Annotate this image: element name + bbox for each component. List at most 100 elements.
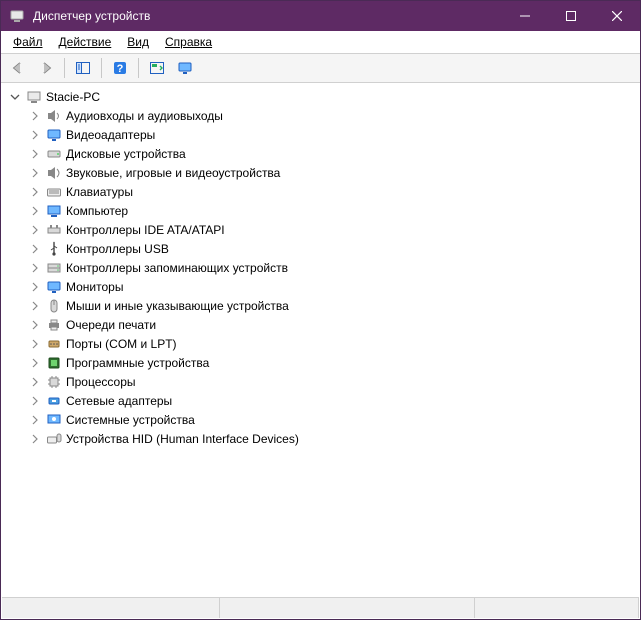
chevron-right-icon[interactable] [28,242,42,256]
status-cell [2,598,220,618]
status-cell [220,598,476,618]
monitor-icon [46,279,62,295]
tree-category-label: Аудиовходы и аудиовыходы [66,109,223,123]
tree-category-label: Процессоры [66,375,136,389]
show-hide-tree-button[interactable] [70,56,96,80]
status-cell [475,598,639,618]
tree-category-label: Программные устройства [66,356,209,370]
tree-root-label: Stacie-PC [46,90,100,104]
maximize-button[interactable] [548,1,594,31]
toolbar-separator [138,58,139,78]
window-title: Диспетчер устройств [33,9,502,23]
chevron-right-icon[interactable] [28,166,42,180]
chevron-right-icon[interactable] [28,261,42,275]
menu-action[interactable]: Действие [53,33,118,51]
tree-category-label: Дисковые устройства [66,147,186,161]
tree-category-node[interactable]: Звуковые, игровые и видеоустройства [28,163,639,182]
back-button[interactable] [5,56,31,80]
tree-category-node[interactable]: Сетевые адаптеры [28,391,639,410]
tree-category-label: Мыши и иные указывающие устройства [66,299,289,313]
device-tree: Stacie-PC Аудиовходы и аудиовыходы Видеоа… [2,83,639,452]
tree-category-label: Мониторы [66,280,123,294]
titlebar: Диспетчер устройств [1,1,640,31]
chevron-right-icon[interactable] [28,375,42,389]
computer-icon [26,89,42,105]
chevron-right-icon[interactable] [28,356,42,370]
tree-category-label: Звуковые, игровые и видеоустройства [66,166,280,180]
tree-category-node[interactable]: Мыши и иные указывающие устройства [28,296,639,315]
hid-icon [46,431,62,447]
ports-icon [46,336,62,352]
tree-category-node[interactable]: Порты (COM и LPT) [28,334,639,353]
device-tree-panel[interactable]: Stacie-PC Аудиовходы и аудиовыходы Видеоа… [2,83,639,597]
chevron-right-icon[interactable] [28,318,42,332]
chevron-right-icon[interactable] [28,109,42,123]
menu-view[interactable]: Вид [121,33,155,51]
usb-icon [46,241,62,257]
menu-help[interactable]: Справка [159,33,218,51]
tree-category-node[interactable]: Компьютер [28,201,639,220]
help-button[interactable]: ? [107,56,133,80]
tree-category-node[interactable]: Процессоры [28,372,639,391]
toolbar-separator [64,58,65,78]
tree-category-node[interactable]: Очереди печати [28,315,639,334]
toolbar: ? [1,54,640,83]
tree-category-node[interactable]: Контроллеры USB [28,239,639,258]
tree-category-node[interactable]: Контроллеры запоминающих устройств [28,258,639,277]
keyboard-icon [46,184,62,200]
device-manager-icon [9,8,25,24]
statusbar [2,597,639,618]
tree-category-label: Видеоадаптеры [66,128,155,142]
computer-icon [46,203,62,219]
ide-icon [46,222,62,238]
tree-category-node[interactable]: Контроллеры IDE ATA/ATAPI [28,220,639,239]
tree-category-node[interactable]: Аудиовходы и аудиовыходы [28,106,639,125]
tree-category-node[interactable]: Системные устройства [28,410,639,429]
chevron-right-icon[interactable] [28,280,42,294]
chevron-right-icon[interactable] [28,432,42,446]
chevron-right-icon[interactable] [28,223,42,237]
tree-category-label: Порты (COM и LPT) [66,337,177,351]
tree-category-label: Контроллеры запоминающих устройств [66,261,288,275]
forward-button[interactable] [33,56,59,80]
chevron-right-icon[interactable] [28,299,42,313]
tree-category-node[interactable]: Клавиатуры [28,182,639,201]
chevron-right-icon[interactable] [28,394,42,408]
minimize-button[interactable] [502,1,548,31]
chevron-down-icon[interactable] [8,90,22,104]
tree-category-node[interactable]: Устройства HID (Human Interface Devices) [28,429,639,448]
chevron-right-icon[interactable] [28,128,42,142]
chevron-right-icon[interactable] [28,185,42,199]
chevron-right-icon[interactable] [28,337,42,351]
tree-category-label: Контроллеры USB [66,242,169,256]
tree-category-label: Очереди печати [66,318,156,332]
toolbar-separator [101,58,102,78]
chevron-right-icon[interactable] [28,147,42,161]
storage-icon [46,260,62,276]
sound-icon [46,165,62,181]
tree-category-node[interactable]: Программные устройства [28,353,639,372]
software-icon [46,355,62,371]
window-controls [502,1,640,31]
tree-category-node[interactable]: Видеоадаптеры [28,125,639,144]
tree-category-label: Клавиатуры [66,185,133,199]
tree-category-node[interactable]: Дисковые устройства [28,144,639,163]
disk-icon [46,146,62,162]
chevron-right-icon[interactable] [28,204,42,218]
monitor-icon-button[interactable] [172,56,198,80]
mouse-icon [46,298,62,314]
system-icon [46,412,62,428]
tree-category-label: Компьютер [66,204,128,218]
printer-icon [46,317,62,333]
chevron-right-icon[interactable] [28,413,42,427]
close-button[interactable] [594,1,640,31]
display-icon [46,127,62,143]
tree-category-label: Системные устройства [66,413,195,427]
cpu-icon [46,374,62,390]
menu-file[interactable]: Файл [7,33,49,51]
tree-category-label: Устройства HID (Human Interface Devices) [66,432,299,446]
menubar: Файл Действие Вид Справка [1,31,640,54]
tree-category-node[interactable]: Мониторы [28,277,639,296]
scan-hardware-button[interactable] [144,56,170,80]
tree-root-node[interactable]: Stacie-PC Аудиовходы и аудиовыходы Видеоа… [8,87,639,448]
